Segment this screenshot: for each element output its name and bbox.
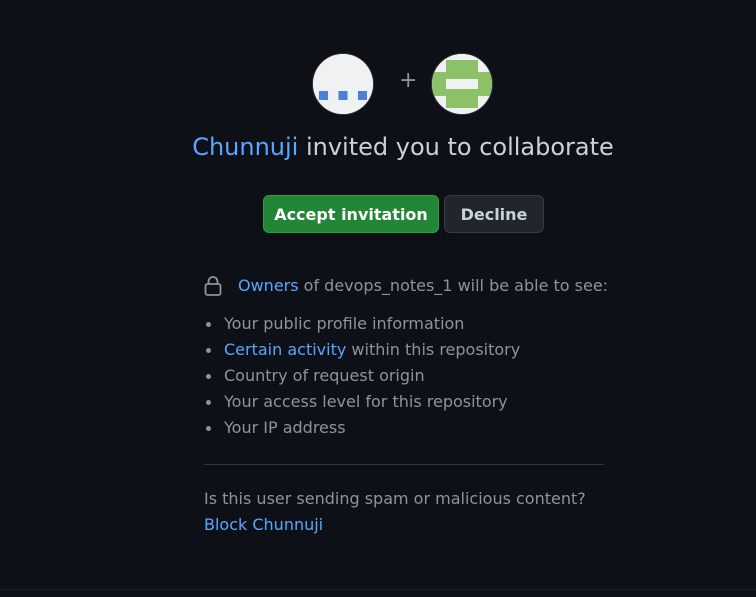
list-item: Your access level for this repository [204,389,520,415]
block-user-link[interactable]: Block Chunnuji [204,512,323,538]
list-item: Your IP address [204,415,520,441]
invitation-title: Chunnuji invited you to collaborate [0,131,756,163]
owners-notice: Owners of devops_notes_1 will be able to… [204,273,624,299]
inviter-avatar[interactable] [313,54,373,114]
footer-divider [0,589,756,590]
list-item: Country of request origin [204,363,520,389]
visible-info-list: Your public profile information Certain … [204,311,520,441]
list-item-text: Country of request origin [224,366,425,385]
identicon-blue-dots-icon [313,54,373,114]
invitee-avatar[interactable] [432,54,492,114]
owners-text: Owners of devops_notes_1 will be able to… [238,273,608,299]
invitation-page: + Chunnuji invited you to collaborate Ac… [0,0,756,597]
lock-icon [204,276,222,296]
list-item-text: Your public profile information [224,314,465,333]
divider [204,464,604,465]
avatar-group: + [313,54,494,116]
list-item-text: Your IP address [224,418,346,437]
identicon-green-pattern-icon [432,54,492,114]
certain-activity-link[interactable]: Certain activity [224,340,346,359]
decline-button[interactable]: Decline [444,195,544,233]
list-item-text: within this repository [346,340,521,359]
accept-invitation-button[interactable]: Accept invitation [263,195,439,233]
owners-link[interactable]: Owners [238,276,299,295]
plus-sign: + [399,68,418,93]
list-item: Certain activity within this repository [204,337,520,363]
invitation-title-text: invited you to collaborate [298,133,614,161]
list-item-text: Your access level for this repository [224,392,508,411]
inviter-link[interactable]: Chunnuji [192,133,298,161]
owners-suffix: of devops_notes_1 will be able to see: [298,276,609,295]
spam-question: Is this user sending spam or malicious c… [204,489,586,508]
list-item: Your public profile information [204,311,520,337]
